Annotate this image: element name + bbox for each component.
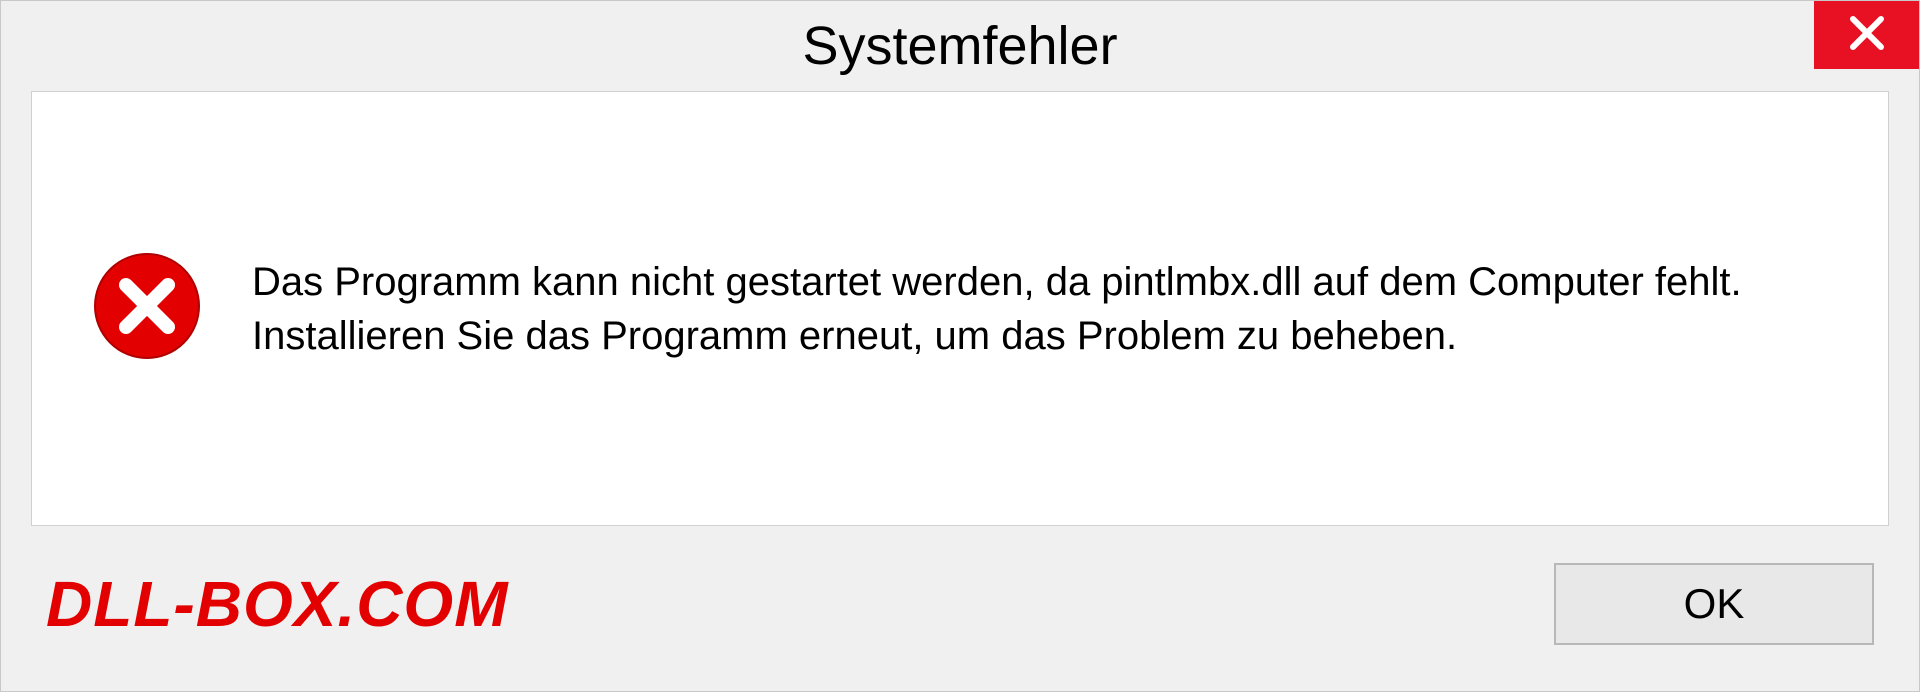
watermark-text: DLL-BOX.COM <box>46 567 509 641</box>
error-icon <box>92 251 202 366</box>
ok-button[interactable]: OK <box>1554 563 1874 645</box>
error-message: Das Programm kann nicht gestartet werden… <box>252 255 1828 363</box>
content-area: Das Programm kann nicht gestartet werden… <box>31 91 1889 526</box>
titlebar: Systemfehler <box>1 1 1919 91</box>
close-icon <box>1847 13 1887 58</box>
dialog-title: Systemfehler <box>802 15 1117 77</box>
close-button[interactable] <box>1814 1 1919 69</box>
error-dialog: Systemfehler Das Programm kann nicht ges… <box>0 0 1920 692</box>
footer: DLL-BOX.COM OK <box>1 546 1919 691</box>
